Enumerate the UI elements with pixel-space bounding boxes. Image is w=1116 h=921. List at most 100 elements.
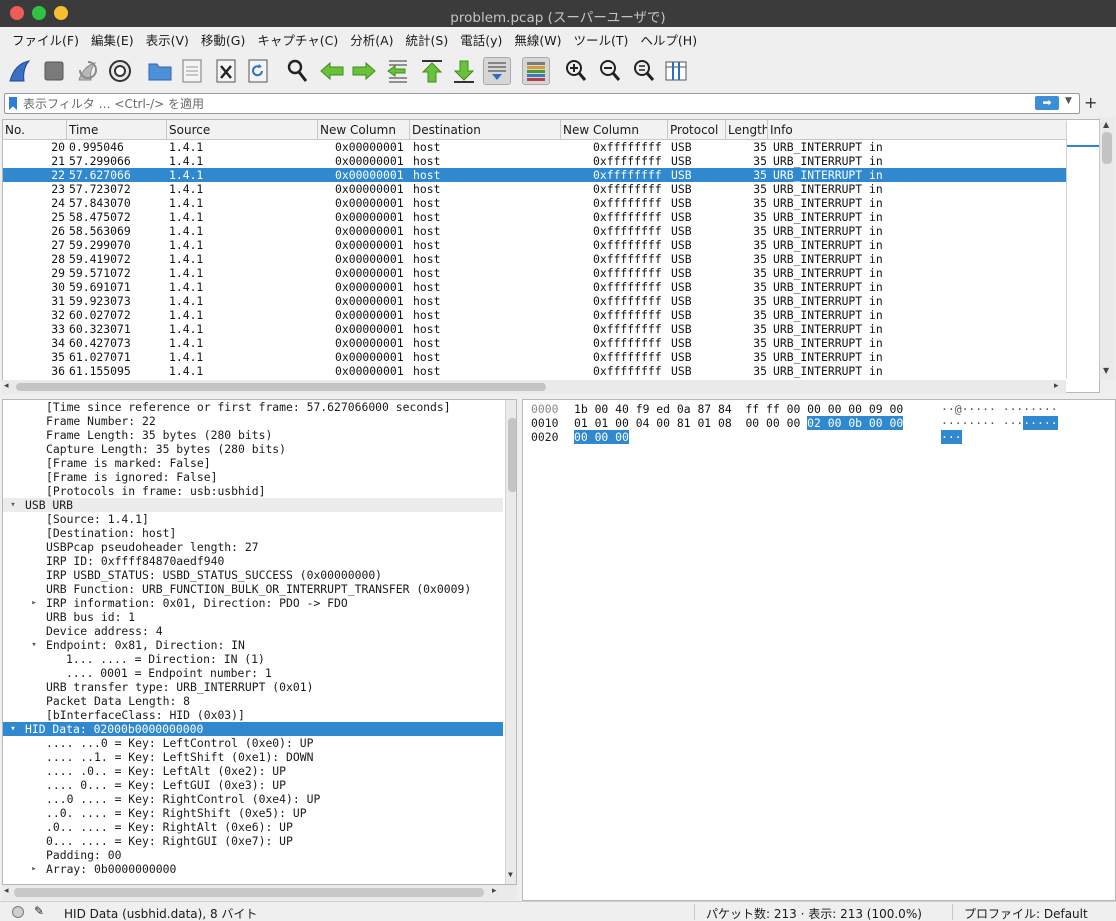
detail-tree-item[interactable]: .... 0... = Key: LeftGUI (0xe3): UP: [3, 778, 503, 792]
detail-tree-item[interactable]: [Source: 1.4.1]: [3, 512, 503, 526]
packet-row[interactable]: 23 57.723072 1.4.1 0x00000001 host 0xffffffff…: [3, 182, 1067, 196]
bookmark-icon[interactable]: [9, 97, 17, 110]
column-header-info[interactable]: Info: [768, 120, 1067, 140]
packet-row[interactable]: 28 59.419072 1.4.1 0x00000001 host 0xffffffff…: [3, 252, 1067, 266]
menu-file[interactable]: ファイル(F): [6, 30, 85, 49]
stop-square-icon[interactable]: [40, 57, 68, 85]
detail-tree-item[interactable]: URB Function: URB_FUNCTION_BULK_OR_INTER…: [3, 582, 503, 596]
capture-options-gear-icon[interactable]: [106, 57, 134, 85]
scroll-right-icon[interactable]: ▸: [492, 886, 497, 896]
menu-telephony[interactable]: 電話(y): [454, 30, 508, 49]
bytes-row[interactable]: 0010 01 01 00 04 00 81 01 08 00 00 00 02 …: [523, 416, 1113, 430]
scrollbar-thumb[interactable]: [1102, 132, 1112, 164]
packet-row[interactable]: 35 61.027071 1.4.1 0x00000001 host 0xffffffff…: [3, 350, 1067, 364]
packet-row[interactable]: 31 59.923073 1.4.1 0x00000001 host 0xffffffff…: [3, 294, 1067, 308]
details-hscrollbar-thumb[interactable]: [14, 888, 484, 897]
collapsed-arrow-icon[interactable]: ▸: [29, 862, 39, 876]
zoom-normal-icon[interactable]: [630, 57, 658, 85]
packet-list-hscrollbar[interactable]: ◂ ▸: [2, 380, 1066, 394]
go-last-packet-icon[interactable]: [450, 57, 478, 85]
edit-comment-icon[interactable]: ✎: [34, 904, 44, 918]
colorize-icon[interactable]: [522, 57, 550, 85]
column-header-time[interactable]: Time: [67, 120, 167, 140]
detail-tree-item[interactable]: Capture Length: 35 bytes (280 bits): [3, 442, 503, 456]
status-profile[interactable]: プロファイル: Default: [964, 905, 1088, 921]
detail-tree-item[interactable]: [bInterfaceClass: HID (0x03)]: [3, 708, 503, 722]
detail-tree-item[interactable]: Packet Data Length: 8: [3, 694, 503, 708]
restart-capture-icon[interactable]: [74, 57, 102, 85]
detail-tree-item[interactable]: [Frame is marked: False]: [3, 456, 503, 470]
packet-row[interactable]: 26 58.563069 1.4.1 0x00000001 host 0xffffffff…: [3, 224, 1067, 238]
detail-tree-item[interactable]: USBPcap pseudoheader length: 27: [3, 540, 503, 554]
column-header-length[interactable]: Length: [726, 120, 768, 140]
details-scrollbar-thumb[interactable]: [508, 418, 516, 492]
menu-edit[interactable]: 編集(E): [85, 30, 140, 49]
save-file-icon[interactable]: [178, 57, 206, 85]
resize-columns-icon[interactable]: [662, 57, 690, 85]
detail-tree-item[interactable]: ▾ USB URB: [3, 498, 503, 512]
collapsed-arrow-icon[interactable]: ▸: [29, 596, 39, 610]
detail-tree-item[interactable]: [Frame is ignored: False]: [3, 470, 503, 484]
go-to-packet-icon[interactable]: [384, 57, 412, 85]
expanded-arrow-icon[interactable]: ▾: [8, 722, 18, 736]
detail-tree-item[interactable]: [Protocols in frame: usb:usbhid]: [3, 484, 503, 498]
shark-fin-start-icon[interactable]: [6, 57, 34, 85]
detail-tree-item[interactable]: ▸ Array: 0b0000000000: [3, 862, 503, 876]
detail-tree-item[interactable]: [Destination: host]: [3, 526, 503, 540]
detail-tree-item[interactable]: URB transfer type: URB_INTERRUPT (0x01): [3, 680, 503, 694]
detail-tree-item[interactable]: .0.. .... = Key: RightAlt (0xe6): UP: [3, 820, 503, 834]
find-packet-icon[interactable]: [284, 57, 312, 85]
packet-row[interactable]: 24 57.843070 1.4.1 0x00000001 host 0xffffffff…: [3, 196, 1067, 210]
close-file-icon[interactable]: [212, 57, 240, 85]
details-hscrollbar[interactable]: ◂ ▸: [2, 885, 517, 900]
menu-analyze[interactable]: 分析(A): [344, 30, 399, 49]
detail-tree-item[interactable]: Frame Number: 22: [3, 414, 503, 428]
menu-go[interactable]: 移動(G): [195, 30, 251, 49]
detail-tree-item[interactable]: .... ..1. = Key: LeftShift (0xe1): DOWN: [3, 750, 503, 764]
column-header-source[interactable]: Source: [167, 120, 318, 140]
menu-tools[interactable]: ツール(T): [568, 30, 635, 49]
column-header-protocol[interactable]: Protocol: [668, 120, 726, 140]
packet-minimap[interactable]: [1066, 121, 1101, 379]
expanded-arrow-icon[interactable]: ▾: [29, 638, 39, 652]
bytes-row[interactable]: 0000 1b 00 40 f9 ed 0a 87 84 ff ff 00 00 …: [523, 402, 1113, 416]
detail-tree-item[interactable]: ▾ Endpoint: 0x81, Direction: IN: [3, 638, 503, 652]
column-header-no[interactable]: No.: [3, 120, 67, 140]
packet-row[interactable]: 33 60.323071 1.4.1 0x00000001 host 0xffffffff…: [3, 322, 1067, 336]
packet-row[interactable]: 21 57.299066 1.4.1 0x00000001 host 0xffffffff…: [3, 154, 1067, 168]
detail-tree-item[interactable]: .... ...0 = Key: LeftControl (0xe0): UP: [3, 736, 503, 750]
go-back-icon[interactable]: [318, 57, 346, 85]
packet-row[interactable]: 25 58.475072 1.4.1 0x00000001 host 0xffffffff…: [3, 210, 1067, 224]
scroll-left-icon[interactable]: ◂: [4, 886, 9, 896]
packet-row[interactable]: 20 0.995046 1.4.1 0x00000001 host 0xffffffff U…: [3, 140, 1067, 154]
zoom-in-icon[interactable]: [562, 57, 590, 85]
detail-tree-item[interactable]: 0... .... = Key: RightGUI (0xe7): UP: [3, 834, 503, 848]
details-scrollbar[interactable]: ▼: [505, 400, 516, 884]
packet-row[interactable]: 34 60.427073 1.4.1 0x00000001 host 0xffffffff…: [3, 336, 1067, 350]
packet-row[interactable]: 29 59.571072 1.4.1 0x00000001 host 0xffffffff…: [3, 266, 1067, 280]
scroll-down-icon[interactable]: ▼: [508, 870, 513, 879]
detail-tree-item[interactable]: ...0 .... = Key: RightControl (0xe4): UP: [3, 792, 503, 806]
packet-row[interactable]: 30 59.691071 1.4.1 0x00000001 host 0xffffffff…: [3, 280, 1067, 294]
hscrollbar-thumb[interactable]: [16, 383, 546, 391]
packet-row[interactable]: 36 61.155095 1.4.1 0x00000001 host 0xffffffff…: [3, 364, 1067, 378]
packet-row[interactable]: 22 57.627066 1.4.1 0x00000001 host 0xffffffff…: [3, 168, 1067, 182]
add-filter-button[interactable]: +: [1084, 93, 1097, 113]
scroll-right-icon[interactable]: ▸: [1054, 381, 1059, 391]
detail-tree-item[interactable]: ▾ HID Data: 02000b0000000000: [3, 722, 503, 736]
detail-tree-item[interactable]: .... 0001 = Endpoint number: 1: [3, 666, 503, 680]
expanded-arrow-icon[interactable]: ▾: [8, 498, 18, 512]
packet-row[interactable]: 27 59.299070 1.4.1 0x00000001 host 0xffffffff…: [3, 238, 1067, 252]
menu-wireless[interactable]: 無線(W): [508, 30, 567, 49]
packet-row[interactable]: 32 60.027072 1.4.1 0x00000001 host 0xffffffff…: [3, 308, 1067, 322]
menu-help[interactable]: ヘルプ(H): [634, 30, 703, 49]
packet-list-scrollbar[interactable]: ▲ ▼: [1099, 118, 1115, 380]
column-header-new-column-1[interactable]: New Column: [318, 120, 410, 140]
detail-tree-item[interactable]: IRP ID: 0xffff84870aedf940: [3, 554, 503, 568]
zoom-out-icon[interactable]: [596, 57, 624, 85]
auto-scroll-icon[interactable]: [483, 57, 511, 85]
detail-tree-item[interactable]: .... .0.. = Key: LeftAlt (0xe2): UP: [3, 764, 503, 778]
detail-tree-item[interactable]: ▸ IRP information: 0x01, Direction: PDO -…: [3, 596, 503, 610]
open-folder-icon[interactable]: [146, 57, 174, 85]
go-first-packet-icon[interactable]: [418, 57, 446, 85]
